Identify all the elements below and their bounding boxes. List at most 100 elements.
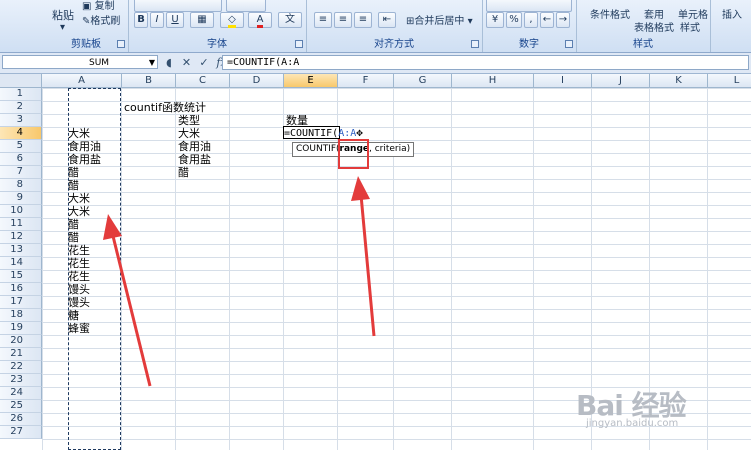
cell-c6[interactable]: 食用盐: [178, 153, 211, 166]
row-header-2[interactable]: 2: [0, 101, 42, 114]
italic-button[interactable]: I: [150, 12, 164, 28]
row-header-11[interactable]: 11: [0, 218, 42, 231]
row-header-9[interactable]: 9: [0, 192, 42, 205]
decrease-indent-button[interactable]: ⇤: [378, 12, 396, 28]
row-header-4[interactable]: 4: [0, 127, 42, 140]
font-label: 字体: [207, 39, 227, 50]
align-right-icon: ≡: [358, 14, 368, 25]
align-left-button[interactable]: ≡: [314, 12, 332, 28]
column-gridline: [175, 88, 176, 450]
column-gridline: [451, 88, 452, 450]
format-painter-label: 格式刷: [90, 16, 121, 27]
font-size-dropdown[interactable]: [226, 0, 266, 12]
row-header-25[interactable]: 25: [0, 400, 42, 413]
row-header-12[interactable]: 12: [0, 231, 42, 244]
column-header-e[interactable]: E: [284, 74, 338, 88]
row-header-19[interactable]: 19: [0, 322, 42, 335]
number-launcher-icon[interactable]: [565, 40, 573, 48]
font-launcher-icon[interactable]: [295, 40, 303, 48]
column-header-a[interactable]: A: [42, 74, 122, 88]
insert-button[interactable]: 插入: [722, 6, 742, 21]
row-header-27[interactable]: 27: [0, 426, 42, 439]
edit-cell-ref: A:A: [338, 128, 357, 139]
cell-c5[interactable]: 食用油: [178, 140, 211, 153]
row-header-14[interactable]: 14: [0, 257, 42, 270]
enter-icon[interactable]: ✓: [197, 56, 211, 70]
cell-b2[interactable]: countif函数统计: [124, 101, 206, 114]
cancel-icon[interactable]: ✕: [180, 56, 194, 70]
fill-color-button[interactable]: ◇: [220, 12, 244, 28]
row-header-5[interactable]: 5: [0, 140, 42, 153]
paste-button[interactable]: 粘贴: [52, 7, 74, 23]
column-header-h[interactable]: H: [452, 74, 534, 88]
currency-button[interactable]: ¥: [486, 12, 504, 28]
name-box[interactable]: SUM ▼: [2, 55, 158, 69]
conditional-format-button[interactable]: 条件格式: [590, 6, 630, 21]
row-header-13[interactable]: 13: [0, 244, 42, 257]
row-header-21[interactable]: 21: [0, 348, 42, 361]
row-header-1[interactable]: 1: [0, 88, 42, 101]
column-header-b[interactable]: B: [122, 74, 176, 88]
row-header-17[interactable]: 17: [0, 296, 42, 309]
annotation-highlight-box: [338, 139, 369, 169]
column-header-g[interactable]: G: [394, 74, 452, 88]
increase-decimal-button[interactable]: ←: [540, 12, 554, 28]
number-format-dropdown[interactable]: [486, 0, 572, 12]
name-box-dropdown-icon[interactable]: ▼: [149, 56, 155, 70]
column-header-l[interactable]: L: [708, 74, 751, 88]
row-header-7[interactable]: 7: [0, 166, 42, 179]
clipboard-label: 剪贴板: [71, 39, 101, 50]
decrease-decimal-button[interactable]: →: [556, 12, 570, 28]
clipboard-launcher-icon[interactable]: [117, 40, 125, 48]
comma-button[interactable]: ,: [524, 12, 538, 28]
font-name-dropdown[interactable]: [134, 0, 222, 12]
cell-c4[interactable]: 大米: [178, 127, 200, 140]
watermark-url: jingyan.baidu.com: [586, 418, 679, 429]
row-header-20[interactable]: 20: [0, 335, 42, 348]
merge-center-button[interactable]: ⊞合并后居中 ▾: [406, 12, 473, 27]
bold-button[interactable]: B: [134, 12, 148, 28]
align-center-button[interactable]: ≡: [334, 12, 352, 28]
styles-label: 样式: [633, 39, 653, 50]
baidu-watermark: Bai 经验 jingyan.baidu.com: [576, 384, 687, 429]
clipboard-group: 粘贴 ▾ ▣ 复制 ✎格式刷 剪贴板: [44, 0, 129, 52]
percent-button[interactable]: %: [506, 12, 522, 28]
table-format-button[interactable]: 表格格式: [634, 19, 674, 34]
column-header-d[interactable]: D: [230, 74, 284, 88]
align-left-icon: ≡: [318, 14, 328, 25]
row-header-10[interactable]: 10: [0, 205, 42, 218]
row-header-22[interactable]: 22: [0, 361, 42, 374]
borders-button[interactable]: ▦: [190, 12, 214, 28]
column-header-k[interactable]: K: [650, 74, 708, 88]
paste-dropdown-icon[interactable]: ▾: [60, 22, 65, 33]
font-color-icon: A: [256, 14, 264, 28]
alignment-launcher-icon[interactable]: [471, 40, 479, 48]
column-header-c[interactable]: C: [176, 74, 230, 88]
row-header-16[interactable]: 16: [0, 283, 42, 296]
format-painter-button[interactable]: ✎格式刷: [82, 12, 120, 27]
row-header-15[interactable]: 15: [0, 270, 42, 283]
row-header-8[interactable]: 8: [0, 179, 42, 192]
column-header-j[interactable]: J: [592, 74, 650, 88]
function-dropdown-icon[interactable]: ◖: [162, 56, 176, 70]
row-header-3[interactable]: 3: [0, 114, 42, 127]
row-header-24[interactable]: 24: [0, 387, 42, 400]
copy-button[interactable]: ▣ 复制: [82, 0, 115, 12]
row-header-23[interactable]: 23: [0, 374, 42, 387]
cell-style-button[interactable]: 样式: [680, 19, 700, 34]
column-header-f[interactable]: F: [338, 74, 394, 88]
number-label: 数字: [519, 39, 539, 50]
row-header-18[interactable]: 18: [0, 309, 42, 322]
column-header-i[interactable]: I: [534, 74, 592, 88]
formula-input[interactable]: =COUNTIF(A:A: [222, 55, 749, 70]
select-all-corner[interactable]: [0, 74, 42, 88]
row-header-26[interactable]: 26: [0, 413, 42, 426]
edit-cell-e4[interactable]: =COUNTIF(A:A✥: [283, 126, 363, 139]
cell-c7[interactable]: 醋: [178, 166, 189, 179]
align-right-button[interactable]: ≡: [354, 12, 372, 28]
row-header-6[interactable]: 6: [0, 153, 42, 166]
underline-button[interactable]: U: [166, 12, 184, 28]
font-color-button[interactable]: A: [248, 12, 272, 28]
phonetic-button[interactable]: 文: [278, 12, 302, 28]
cell-c3[interactable]: 类型: [178, 114, 200, 127]
